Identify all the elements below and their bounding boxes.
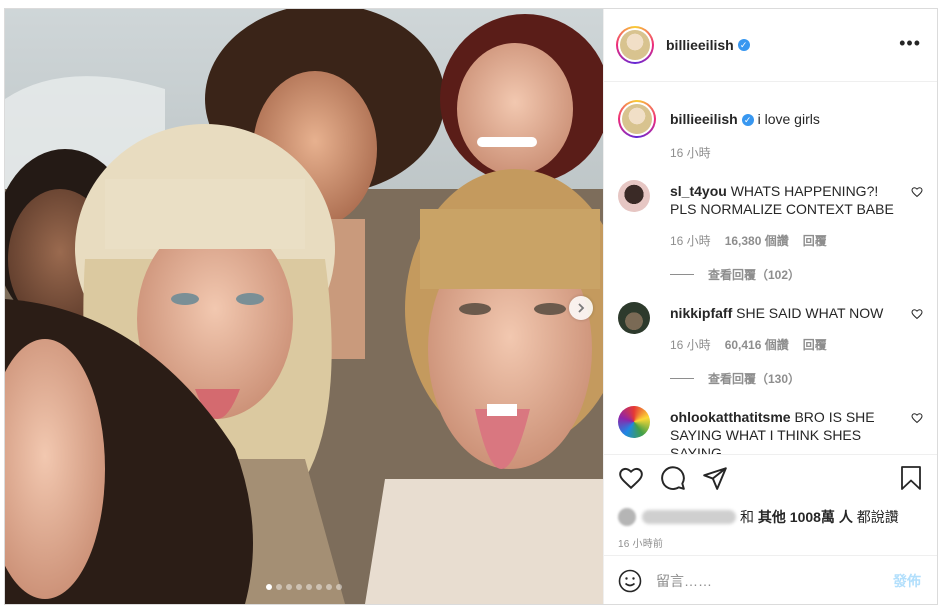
view-replies-button[interactable]: 查看回覆（102） <box>670 266 800 283</box>
view-replies-button[interactable]: 查看回覆（130） <box>670 370 800 387</box>
post-actions: 和 其他 1008萬 人 都說讚 16 小時前 留言…… 發佈 <box>604 454 937 605</box>
comment-item: nikkipfaff SHE SAID WHAT NOW 16 小時 60,41… <box>618 302 923 392</box>
comment-likes[interactable]: 60,416 個讚 <box>725 336 789 353</box>
caption-time: 16 小時 <box>670 146 711 160</box>
like-comment-icon[interactable] <box>911 308 923 320</box>
caption-avatar[interactable] <box>618 100 656 138</box>
comment-icon[interactable] <box>660 465 686 491</box>
carousel-dot <box>286 584 292 590</box>
verified-badge-icon: ✓ <box>741 114 754 127</box>
like-icon[interactable] <box>618 465 644 491</box>
share-icon[interactable] <box>702 465 728 491</box>
carousel-dot <box>336 584 342 590</box>
caption-username[interactable]: billieeilish <box>670 111 738 127</box>
caption-text: i love girls <box>757 111 820 127</box>
post-comment-button[interactable]: 發佈 <box>893 571 921 591</box>
carousel-indicator <box>5 584 603 590</box>
carousel-dot <box>326 584 332 590</box>
carousel-dot <box>316 584 322 590</box>
post-side-panel: billieeilish ✓ ••• billieeilish ✓ i love … <box>603 9 937 604</box>
author-avatar[interactable] <box>616 26 654 64</box>
photo-image <box>5 9 603 604</box>
post-photo[interactable] <box>5 9 603 604</box>
comment-username[interactable]: ohlookatthatitsme <box>670 409 791 425</box>
chevron-right-icon <box>578 303 585 313</box>
comments-list[interactable]: billieeilish ✓ i love girls 16 小時 sl_t4yo… <box>604 82 937 454</box>
comment-input[interactable]: 留言…… <box>656 571 893 591</box>
comment-time: 16 小時 <box>670 234 711 248</box>
comment-item: ohlookatthatitsme BRO IS SHE SAYING WHAT… <box>618 406 923 454</box>
likes-summary[interactable]: 和 其他 1008萬 人 都說讚 <box>618 507 899 527</box>
likes-prefix: 和 <box>740 509 754 525</box>
save-bookmark-icon[interactable] <box>899 465 923 491</box>
reply-button[interactable]: 回覆 <box>803 232 827 249</box>
more-options-icon[interactable]: ••• <box>899 33 921 54</box>
post-dialog: billieeilish ✓ ••• billieeilish ✓ i love … <box>4 8 938 605</box>
comment-time: 16 小時 <box>670 338 711 352</box>
add-comment-bar: 留言…… 發佈 <box>604 555 937 606</box>
commenter-avatar[interactable] <box>618 302 650 334</box>
comment-text: SHE SAID WHAT NOW <box>736 305 884 321</box>
likes-suffix: 都說讚 <box>856 509 899 525</box>
comment-username[interactable]: sl_t4you <box>670 183 727 199</box>
reply-button[interactable]: 回覆 <box>803 336 827 353</box>
comment-item: sl_t4you WHATS HAPPENING?! PLS NORMALIZE… <box>618 180 923 283</box>
next-photo-button[interactable] <box>569 296 593 320</box>
liker-name-blurred <box>642 510 736 524</box>
carousel-dot <box>276 584 282 590</box>
author-username[interactable]: billieeilish <box>666 37 734 53</box>
caption: billieeilish ✓ i love girls 16 小時 <box>618 100 923 160</box>
like-comment-icon[interactable] <box>911 412 923 424</box>
comment-username[interactable]: nikkipfaff <box>670 305 732 321</box>
carousel-dot <box>266 584 272 590</box>
liker-avatar <box>618 508 636 526</box>
emoji-icon[interactable] <box>618 569 642 593</box>
likes-count[interactable]: 其他 1008萬 人 <box>758 507 853 527</box>
comment-likes[interactable]: 16,380 個讚 <box>725 232 789 249</box>
verified-badge-icon: ✓ <box>737 39 750 51</box>
commenter-avatar[interactable] <box>618 406 650 438</box>
commenter-avatar[interactable] <box>618 180 650 212</box>
post-header: billieeilish ✓ ••• <box>604 9 937 82</box>
post-timestamp[interactable]: 16 小時前 <box>618 535 663 550</box>
carousel-dot <box>296 584 302 590</box>
carousel-dot <box>306 584 312 590</box>
like-comment-icon[interactable] <box>911 186 923 198</box>
